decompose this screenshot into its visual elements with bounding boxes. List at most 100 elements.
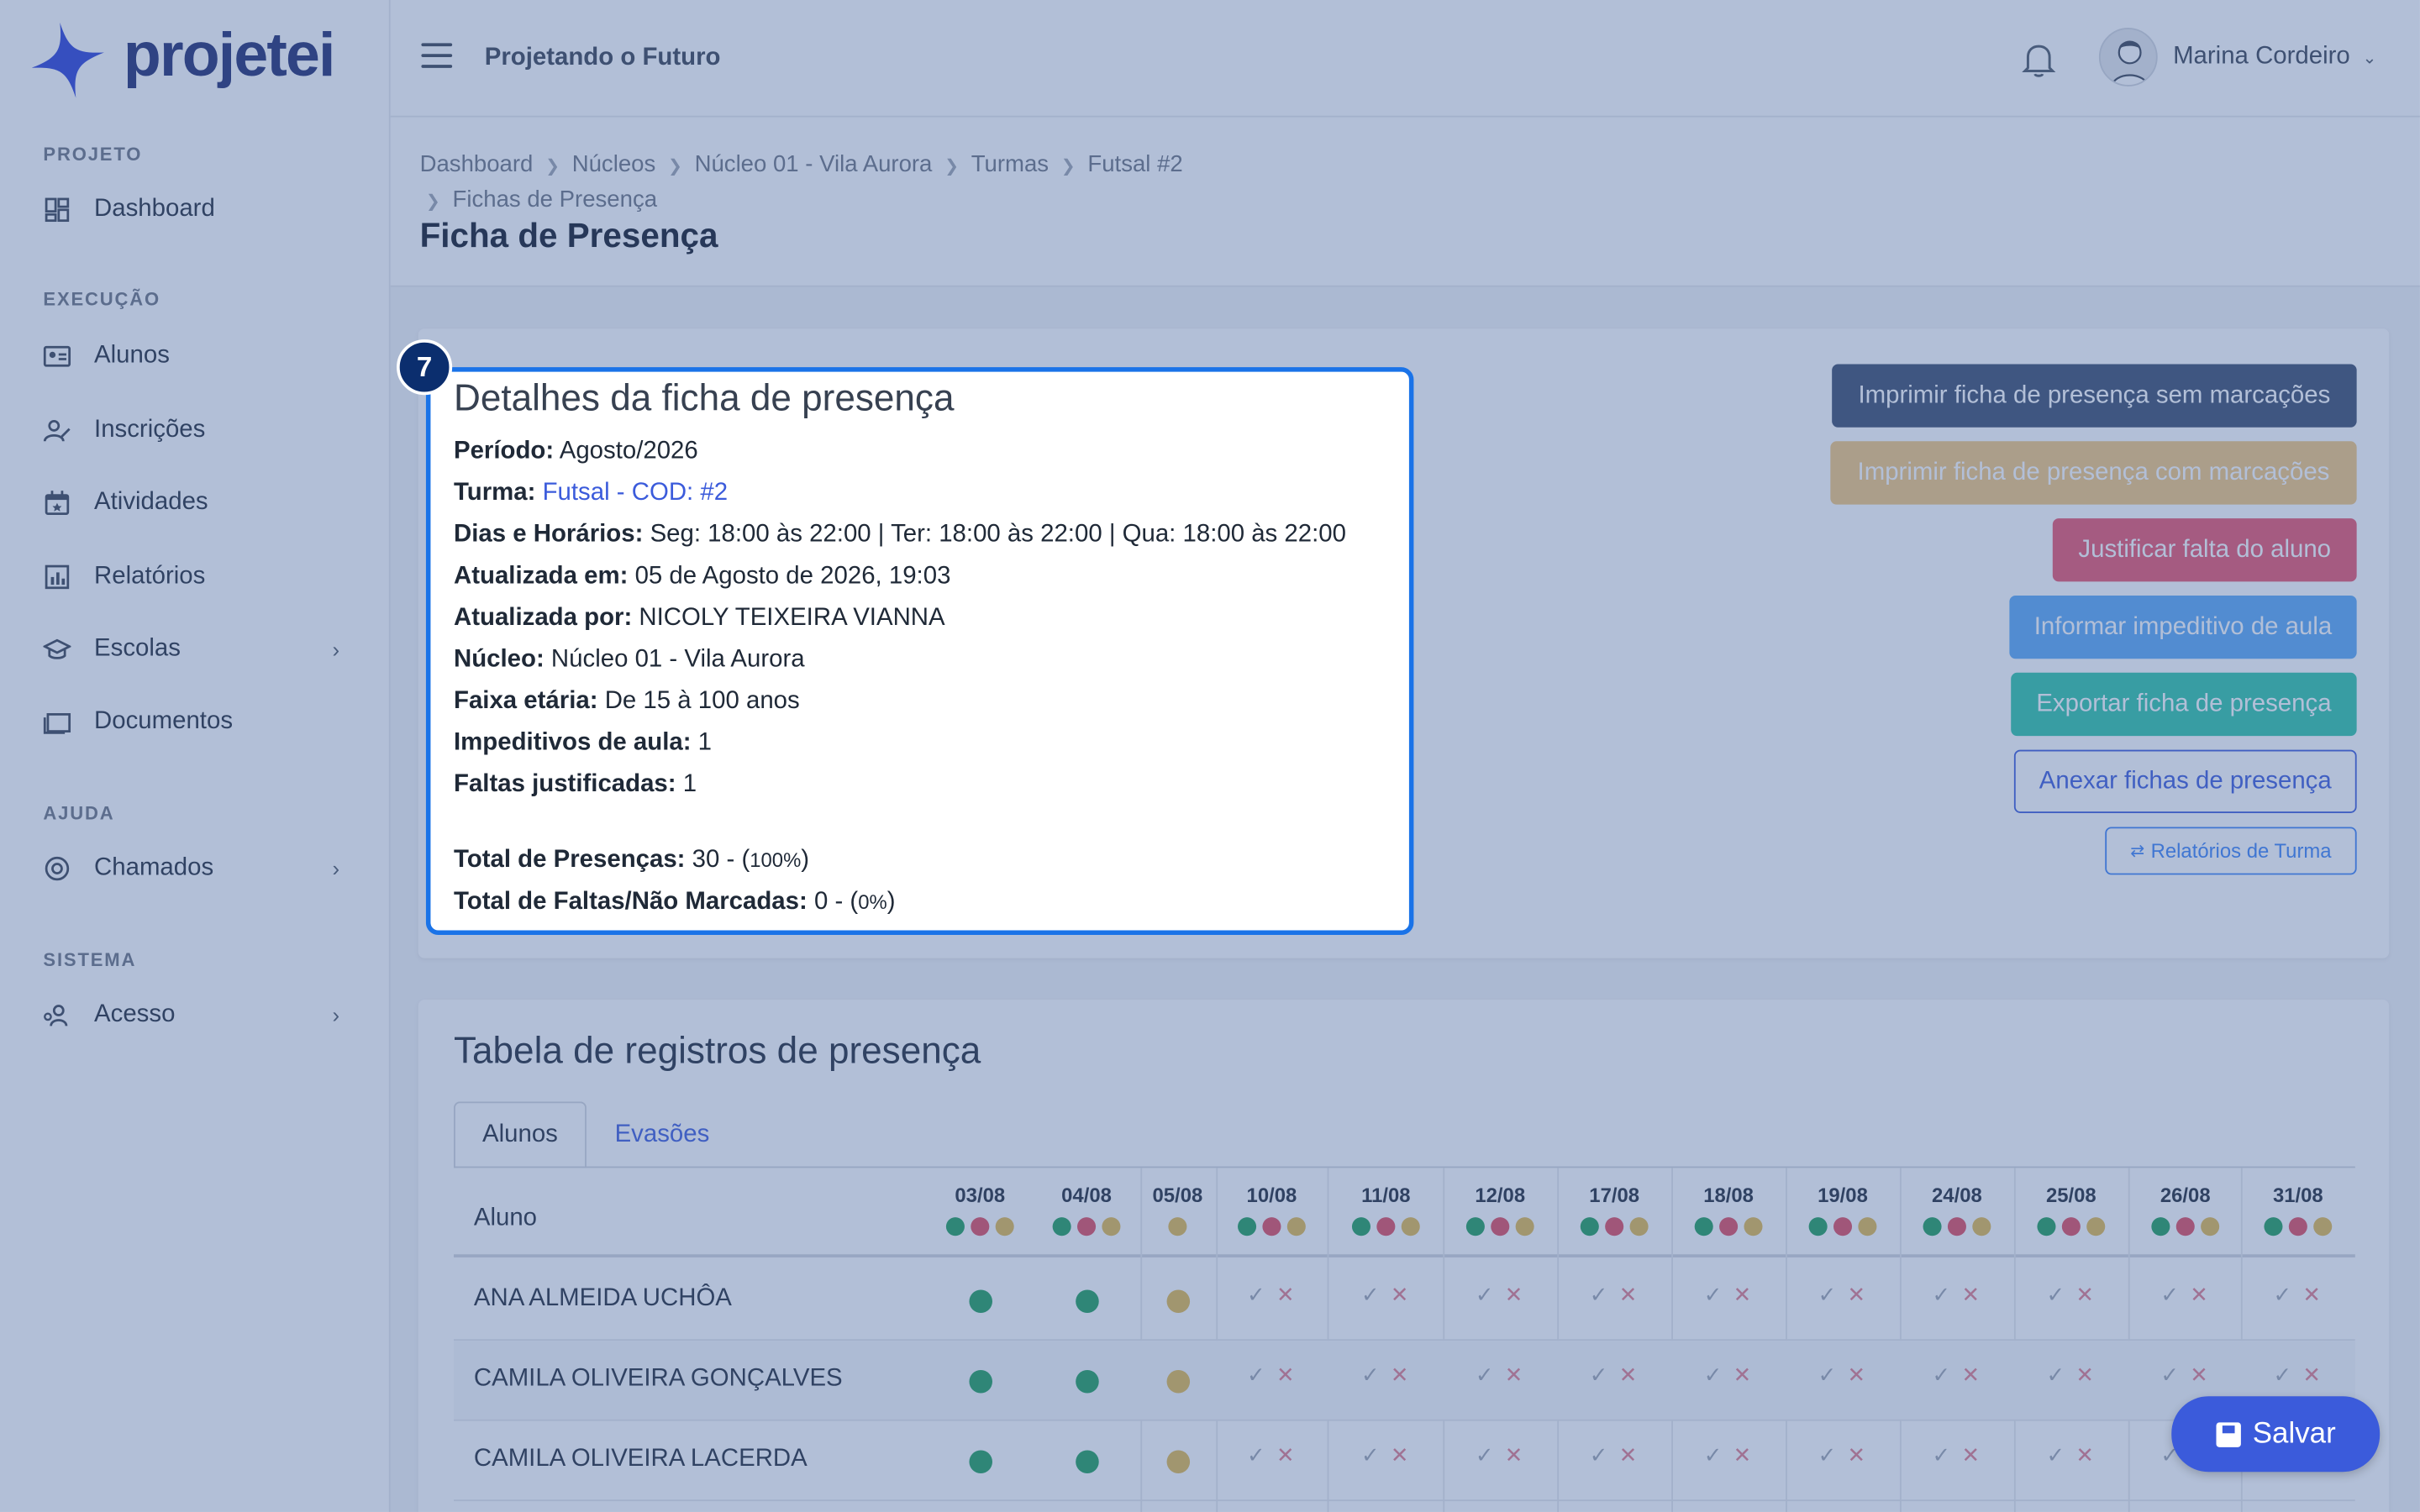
check-icon[interactable]: ✓ bbox=[1818, 1362, 1837, 1389]
mark-all-absent-icon[interactable] bbox=[1262, 1217, 1281, 1236]
turma-link[interactable]: Futsal - COD: #2 bbox=[543, 480, 728, 506]
mark-all-justified-icon[interactable] bbox=[1972, 1217, 1991, 1236]
sidebar-item-acesso[interactable]: Acesso › bbox=[43, 990, 351, 1040]
mark-all-present-icon[interactable] bbox=[1351, 1217, 1370, 1236]
present-icon[interactable] bbox=[969, 1450, 992, 1474]
x-icon[interactable]: ✕ bbox=[1391, 1362, 1409, 1389]
check-icon[interactable]: ✓ bbox=[1933, 1282, 1951, 1308]
mark-all-present-icon[interactable] bbox=[1923, 1217, 1942, 1236]
check-icon[interactable]: ✓ bbox=[1933, 1442, 1951, 1468]
breadcrumb-turma[interactable]: Futsal #2 bbox=[1087, 151, 1182, 177]
justified-icon[interactable] bbox=[1166, 1289, 1191, 1314]
mark-all-present-icon[interactable] bbox=[1694, 1217, 1713, 1236]
sidebar-item-documentos[interactable]: Documentos bbox=[43, 697, 351, 747]
check-icon[interactable]: ✓ bbox=[1476, 1362, 1494, 1389]
check-icon[interactable]: ✓ bbox=[2160, 1362, 2179, 1389]
present-icon[interactable] bbox=[969, 1289, 992, 1314]
check-icon[interactable]: ✓ bbox=[1476, 1282, 1494, 1308]
breadcrumb-turmas[interactable]: Turmas bbox=[971, 151, 1049, 177]
x-icon[interactable]: ✕ bbox=[1619, 1362, 1638, 1389]
mark-all-present-icon[interactable] bbox=[1808, 1217, 1828, 1236]
sidebar-item-atividades[interactable]: Atividades bbox=[43, 478, 351, 528]
bell-icon[interactable] bbox=[2022, 42, 2056, 79]
x-icon[interactable]: ✕ bbox=[1733, 1442, 1752, 1468]
x-icon[interactable]: ✕ bbox=[2075, 1442, 2094, 1468]
x-icon[interactable]: ✕ bbox=[1961, 1362, 1980, 1389]
x-icon[interactable]: ✕ bbox=[1619, 1442, 1638, 1468]
mark-all-justified-icon[interactable] bbox=[1629, 1217, 1649, 1236]
breadcrumb-nucleos[interactable]: Núcleos bbox=[572, 151, 656, 177]
sidebar-item-relatorios[interactable]: Relatórios bbox=[43, 553, 351, 602]
check-icon[interactable]: ✓ bbox=[1818, 1442, 1837, 1468]
mark-all-present-icon[interactable] bbox=[2037, 1217, 2056, 1236]
mark-all-present-icon[interactable] bbox=[1580, 1217, 1599, 1236]
mark-all-justified-icon[interactable] bbox=[2313, 1217, 2333, 1236]
mark-all-justified-icon[interactable] bbox=[1858, 1217, 1877, 1236]
check-icon[interactable]: ✓ bbox=[1247, 1362, 1265, 1389]
tab-alunos[interactable]: Alunos bbox=[453, 1101, 587, 1168]
x-icon[interactable]: ✕ bbox=[1848, 1442, 1866, 1468]
class-reports-button[interactable]: ⇄ Relatórios de Turma bbox=[2105, 827, 2357, 875]
user-menu[interactable]: Marina Cordeiro ⌄ bbox=[2098, 28, 2376, 87]
x-icon[interactable]: ✕ bbox=[1391, 1282, 1409, 1308]
check-icon[interactable]: ✓ bbox=[1818, 1282, 1837, 1308]
sidebar-item-inscricoes[interactable]: Inscrições bbox=[43, 406, 351, 455]
x-icon[interactable]: ✕ bbox=[1276, 1282, 1295, 1308]
x-icon[interactable]: ✕ bbox=[1391, 1442, 1409, 1468]
sidebar-item-dashboard[interactable]: Dashboard bbox=[43, 185, 351, 234]
check-icon[interactable]: ✓ bbox=[1590, 1362, 1608, 1389]
mark-all-justified-icon[interactable] bbox=[1515, 1217, 1534, 1236]
print-marked-button[interactable]: Imprimir ficha de presença com marcações bbox=[1830, 441, 2357, 505]
mark-all-justified-icon[interactable] bbox=[2086, 1217, 2106, 1236]
mark-all-present-icon[interactable] bbox=[1465, 1217, 1485, 1236]
sidebar-item-alunos[interactable]: Alunos bbox=[43, 332, 351, 381]
mark-all-justified-icon[interactable] bbox=[1102, 1217, 1121, 1236]
x-icon[interactable]: ✕ bbox=[1619, 1282, 1638, 1308]
check-icon[interactable]: ✓ bbox=[1590, 1442, 1608, 1468]
x-icon[interactable]: ✕ bbox=[1276, 1442, 1295, 1468]
check-icon[interactable]: ✓ bbox=[2160, 1282, 2179, 1308]
present-icon[interactable] bbox=[1076, 1369, 1099, 1394]
logo[interactable]: projetei bbox=[31, 21, 335, 99]
check-icon[interactable]: ✓ bbox=[1361, 1362, 1380, 1389]
mark-all-justified-icon[interactable] bbox=[1168, 1217, 1187, 1236]
check-icon[interactable]: ✓ bbox=[1590, 1282, 1608, 1308]
breadcrumb-fichas[interactable]: Fichas de Presença bbox=[453, 186, 658, 213]
check-icon[interactable]: ✓ bbox=[2273, 1282, 2291, 1308]
x-icon[interactable]: ✕ bbox=[1961, 1282, 1980, 1308]
present-icon[interactable] bbox=[1076, 1289, 1099, 1314]
x-icon[interactable]: ✕ bbox=[2190, 1282, 2208, 1308]
check-icon[interactable]: ✓ bbox=[1933, 1362, 1951, 1389]
sidebar-item-escolas[interactable]: Escolas › bbox=[43, 625, 351, 675]
check-icon[interactable]: ✓ bbox=[1476, 1442, 1494, 1468]
save-button[interactable]: Salvar bbox=[2171, 1396, 2381, 1473]
mark-all-absent-icon[interactable] bbox=[1376, 1217, 1396, 1236]
justify-absence-button[interactable]: Justificar falta do aluno bbox=[2052, 518, 2357, 582]
x-icon[interactable]: ✕ bbox=[1276, 1362, 1295, 1389]
check-icon[interactable]: ✓ bbox=[2046, 1442, 2065, 1468]
check-icon[interactable]: ✓ bbox=[1247, 1282, 1265, 1308]
mark-all-present-icon[interactable] bbox=[1238, 1217, 1257, 1236]
mark-all-absent-icon[interactable] bbox=[2175, 1217, 2195, 1236]
x-icon[interactable]: ✕ bbox=[1733, 1282, 1752, 1308]
breadcrumb-nucleo[interactable]: Núcleo 01 - Vila Aurora bbox=[695, 151, 933, 177]
mark-all-present-icon[interactable] bbox=[2264, 1217, 2283, 1236]
x-icon[interactable]: ✕ bbox=[2302, 1362, 2321, 1389]
x-icon[interactable]: ✕ bbox=[1505, 1362, 1523, 1389]
x-icon[interactable]: ✕ bbox=[2075, 1282, 2094, 1308]
mark-all-absent-icon[interactable] bbox=[1491, 1217, 1510, 1236]
check-icon[interactable]: ✓ bbox=[1361, 1282, 1380, 1308]
export-button[interactable]: Exportar ficha de presença bbox=[2011, 672, 2357, 737]
x-icon[interactable]: ✕ bbox=[1848, 1362, 1866, 1389]
check-icon[interactable]: ✓ bbox=[1247, 1442, 1265, 1468]
check-icon[interactable]: ✓ bbox=[1704, 1442, 1723, 1468]
mark-all-absent-icon[interactable] bbox=[2288, 1217, 2307, 1236]
check-icon[interactable]: ✓ bbox=[1704, 1282, 1723, 1308]
check-icon[interactable]: ✓ bbox=[2046, 1282, 2065, 1308]
mark-all-absent-icon[interactable] bbox=[1719, 1217, 1739, 1236]
mark-all-justified-icon[interactable] bbox=[2201, 1217, 2220, 1236]
present-icon[interactable] bbox=[969, 1369, 992, 1394]
x-icon[interactable]: ✕ bbox=[1848, 1282, 1866, 1308]
x-icon[interactable]: ✕ bbox=[2302, 1282, 2321, 1308]
check-icon[interactable]: ✓ bbox=[1704, 1362, 1723, 1389]
